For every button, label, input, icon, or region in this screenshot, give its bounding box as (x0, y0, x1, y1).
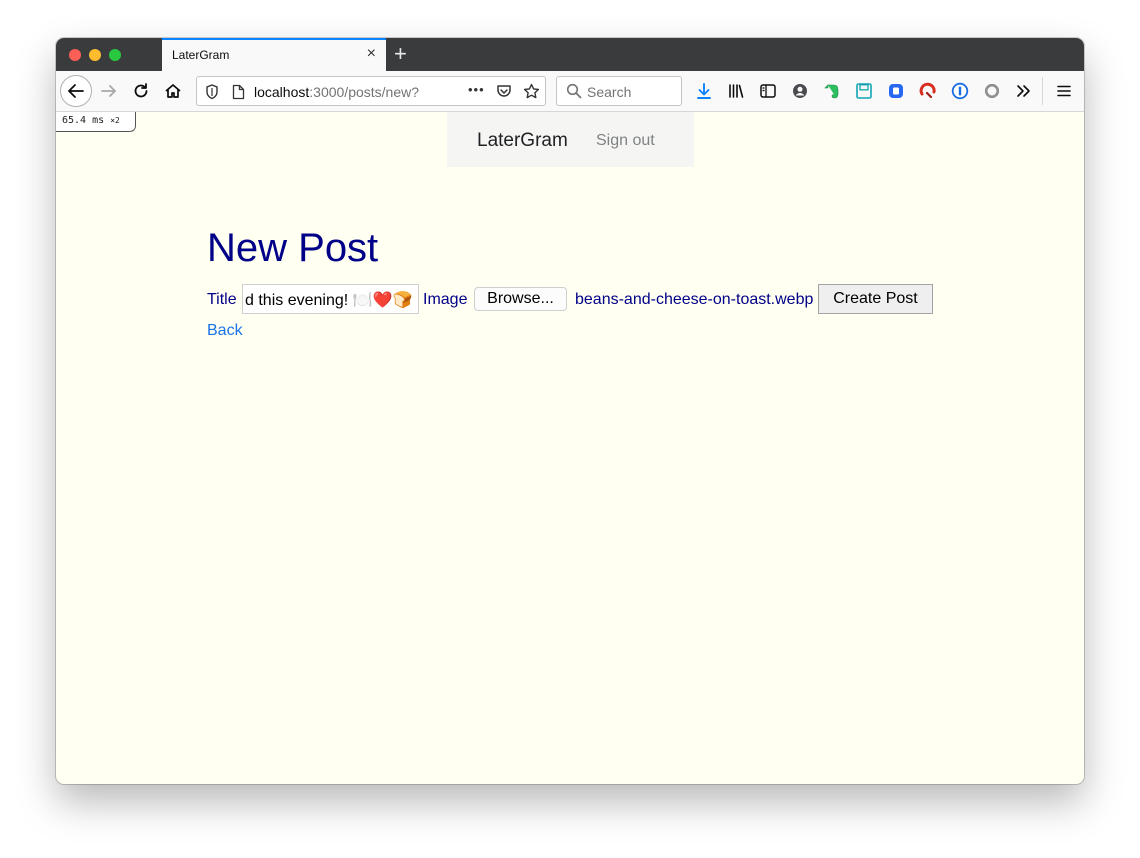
password-manager-icon[interactable] (950, 81, 970, 101)
url-path: :3000/posts/new? (309, 84, 420, 100)
shield-icon[interactable] (205, 84, 219, 100)
nav-toolbar: localhost:3000/posts/new? ••• Search (56, 71, 1084, 112)
zoom-window-button[interactable] (109, 49, 121, 61)
back-link[interactable]: Back (207, 322, 243, 340)
title-label: Title (207, 291, 237, 308)
pocket-icon[interactable] (496, 83, 512, 99)
back-arrow-icon (68, 84, 84, 98)
url-bar[interactable]: localhost:3000/posts/new? ••• (196, 76, 546, 106)
brand-link[interactable]: LaterGram (477, 130, 568, 152)
save-icon[interactable] (854, 81, 874, 101)
url-text[interactable]: localhost:3000/posts/new? (254, 84, 419, 100)
overflow-chevrons-icon[interactable] (1014, 81, 1034, 101)
image-label: Image (423, 291, 468, 308)
tab-strip: LaterGram × + (56, 38, 1084, 71)
perf-unit: ms (92, 115, 105, 126)
hamburger-menu-icon[interactable] (1054, 81, 1074, 101)
forward-arrow-icon[interactable] (99, 81, 119, 101)
tab-title: LaterGram (172, 48, 230, 62)
search-placeholder: Search (587, 84, 632, 100)
account-icon[interactable] (790, 81, 810, 101)
extension-blue-icon[interactable] (886, 81, 906, 101)
minimize-window-button[interactable] (89, 49, 101, 61)
library-icon[interactable] (726, 81, 746, 101)
sign-out-link[interactable]: Sign out (596, 132, 655, 150)
close-window-button[interactable] (69, 49, 81, 61)
extension-red-icon[interactable] (918, 81, 938, 101)
title-input[interactable]: d this evening! 🍽️❤️🍞 (242, 284, 419, 314)
create-post-button[interactable]: Create Post (818, 284, 933, 314)
search-icon (566, 83, 582, 99)
perf-multiplier: ×2 (110, 116, 120, 125)
new-tab-button[interactable]: + (394, 42, 407, 66)
toolbar-divider (1042, 77, 1043, 105)
extension-circle-icon[interactable] (982, 81, 1002, 101)
browse-button[interactable]: Browse... (474, 287, 567, 311)
search-bar[interactable]: Search (556, 76, 682, 106)
site-nav: LaterGram Sign out (447, 112, 694, 167)
url-host: localhost (254, 84, 310, 100)
reload-icon[interactable] (131, 81, 151, 101)
page-actions-icon[interactable]: ••• (468, 82, 485, 97)
download-icon[interactable] (694, 81, 714, 101)
evernote-icon[interactable] (822, 81, 842, 101)
tab-close-icon[interactable]: × (367, 46, 376, 62)
perf-ms: 65.4 (62, 115, 87, 126)
sidebar-icon[interactable] (758, 81, 778, 101)
back-button[interactable] (60, 75, 92, 107)
file-name: beans-and-cheese-on-toast.webp (575, 291, 814, 308)
browser-window: LaterGram × + localhost:3000/posts/new? … (56, 38, 1084, 784)
home-icon[interactable] (163, 81, 183, 101)
bookmark-star-icon[interactable] (523, 83, 540, 100)
tab-latergram[interactable]: LaterGram × (162, 38, 386, 71)
page-icon (232, 84, 245, 100)
perf-badge: 65.4 ms ×2 (56, 112, 136, 132)
new-post-form: Title d this evening! 🍽️❤️🍞 Image Browse… (207, 284, 967, 314)
page-title: New Post (207, 226, 379, 270)
